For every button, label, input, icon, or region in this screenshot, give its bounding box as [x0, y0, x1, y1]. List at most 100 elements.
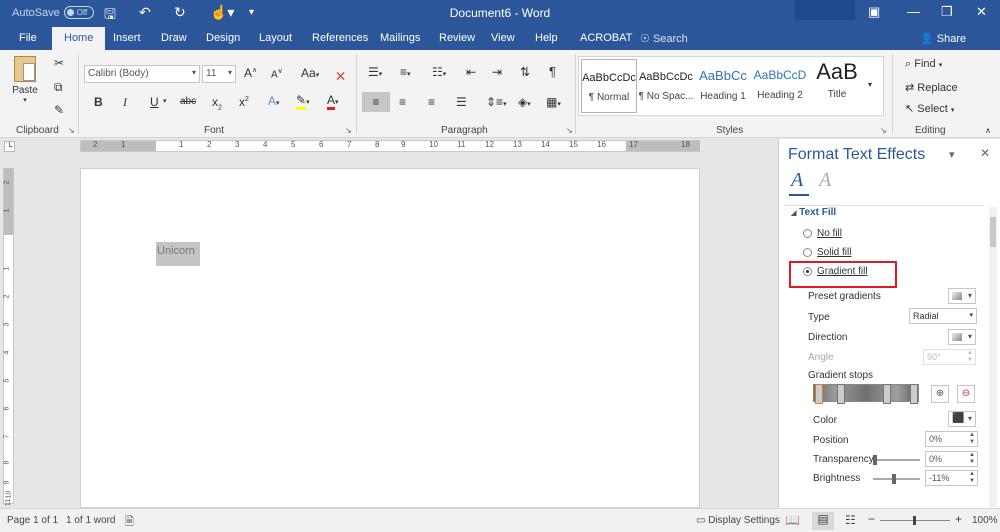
sort-icon[interactable]: ⇅	[520, 65, 530, 79]
horizontal-ruler[interactable]: 2 1 1 2 3 4 5 6 7 8 9 10 11 12 13 14 15 …	[80, 140, 700, 152]
text-effects-icon[interactable]: A	[819, 169, 831, 192]
tab-references[interactable]: References	[312, 32, 368, 44]
search-box[interactable]: ☉ Search	[640, 32, 688, 45]
numbering-icon[interactable]: ≡▾	[400, 65, 411, 79]
line-spacing-icon[interactable]: ⇕≡▾	[486, 95, 507, 109]
pane-options-icon[interactable]: ▾	[949, 148, 955, 161]
radio-button[interactable]	[803, 229, 812, 238]
page-count[interactable]: Page 1 of 1	[7, 515, 58, 526]
replace-button[interactable]: ⇄ Replace	[905, 81, 958, 94]
transparency-slider[interactable]	[873, 455, 920, 465]
tab-mailings[interactable]: Mailings	[380, 32, 420, 44]
tab-review[interactable]: Review	[439, 32, 475, 44]
preset-gradients-button[interactable]: ▾	[948, 288, 976, 304]
gradient-stop[interactable]	[910, 384, 918, 404]
gradient-stop[interactable]	[837, 384, 845, 404]
underline-button[interactable]: U	[150, 95, 159, 109]
text-fill-outline-icon[interactable]: A	[791, 169, 803, 192]
clear-formatting-icon[interactable]: 🗙	[336, 66, 345, 87]
print-layout-icon[interactable]: ▤	[812, 512, 834, 530]
add-gradient-stop-icon[interactable]: ⊕	[931, 385, 949, 403]
tab-view[interactable]: View	[491, 32, 515, 44]
change-case-button[interactable]: Aa▾	[301, 66, 319, 80]
shading-icon[interactable]: ◈▾	[518, 95, 531, 109]
style-title[interactable]: AaB Title	[809, 59, 865, 113]
minimize-icon[interactable]: —	[907, 4, 920, 19]
style-no-spacing[interactable]: AaBbCcDc ¶ No Spac...	[638, 59, 694, 113]
show-formatting-button[interactable]: ¶	[549, 64, 556, 79]
slider-knob[interactable]	[873, 455, 877, 465]
justify-icon[interactable]: ☰	[456, 95, 467, 109]
autosave-switch[interactable]: Off	[63, 6, 94, 19]
clipboard-launcher-icon[interactable]: ↘	[68, 126, 75, 135]
account-area[interactable]	[795, 0, 855, 20]
proofing-icon[interactable]: 🗎	[125, 513, 134, 532]
format-painter-icon[interactable]: ✎	[54, 103, 64, 117]
style-heading-1[interactable]: AaBbCc Heading 1	[695, 59, 751, 113]
subscript-button[interactable]: x2	[212, 95, 222, 111]
touch-mode-icon[interactable]: ☝▾	[210, 4, 234, 21]
position-spinner[interactable]: 0% ▲ ▼	[925, 431, 978, 447]
vertical-ruler[interactable]: 2 1 1 2 3 4 5 6 7 8 9 10 11	[3, 168, 14, 506]
borders-icon[interactable]: ▦▾	[546, 95, 561, 109]
styles-launcher-icon[interactable]: ↘	[880, 126, 887, 135]
radio-button[interactable]	[803, 248, 812, 257]
font-size-combo[interactable]: 11 ▾	[202, 65, 236, 83]
grow-font-button[interactable]: A∧	[244, 66, 257, 80]
align-right-icon[interactable]: ≡	[428, 95, 435, 109]
tab-design[interactable]: Design	[206, 32, 240, 44]
transparency-spinner[interactable]: 0% ▲ ▼	[925, 451, 978, 467]
word-count[interactable]: 1 of 1 word	[66, 515, 115, 526]
style-heading-2[interactable]: AaBbCcD Heading 2	[752, 59, 808, 113]
tab-insert[interactable]: Insert	[113, 32, 141, 44]
ribbon-display-icon[interactable]: ▣	[868, 4, 880, 20]
customize-qat-icon[interactable]: ▾	[249, 7, 254, 18]
share-button[interactable]: 👤 Share	[920, 32, 966, 45]
find-button[interactable]: ⌕ Find ▾	[905, 58, 942, 71]
zoom-slider[interactable]	[880, 516, 950, 525]
tab-file[interactable]: File	[19, 32, 37, 44]
zoom-in-icon[interactable]: +	[955, 512, 962, 526]
bold-button[interactable]: B	[94, 95, 103, 109]
tab-help[interactable]: Help	[535, 32, 558, 44]
gradient-stop[interactable]	[815, 384, 823, 404]
multilevel-list-icon[interactable]: ☷▾	[432, 65, 446, 79]
styles-more-icon[interactable]: ▾	[868, 80, 872, 89]
selected-text[interactable]: Unicorn	[156, 242, 200, 266]
save-icon[interactable]: 🖫	[104, 4, 116, 28]
align-left-icon[interactable]: ≡	[362, 92, 390, 112]
font-launcher-icon[interactable]: ↘	[345, 126, 352, 135]
redo-icon[interactable]: ↻	[174, 4, 186, 21]
display-settings-button[interactable]: ▭ Display Settings	[696, 515, 780, 526]
gradient-stop[interactable]	[883, 384, 891, 404]
solid-fill-radio[interactable]: Solid fill	[803, 247, 851, 258]
brightness-spinner[interactable]: -11% ▲ ▼	[925, 470, 978, 486]
select-button[interactable]: ↖ Select ▾	[905, 102, 954, 115]
web-layout-icon[interactable]: ☷	[845, 513, 856, 527]
increase-indent-icon[interactable]: ⇥	[492, 65, 502, 79]
color-picker-button[interactable]: ⬛ ▾	[948, 411, 976, 427]
copy-icon[interactable]: ⧉	[54, 80, 63, 95]
gradient-stops-bar[interactable]	[813, 384, 919, 402]
decrease-indent-icon[interactable]: ⇤	[466, 65, 476, 79]
tab-layout[interactable]: Layout	[259, 32, 292, 44]
shrink-font-button[interactable]: A∨	[271, 67, 283, 80]
style-normal[interactable]: AaBbCcDc ¶ Normal	[581, 59, 637, 113]
tab-home[interactable]: Home	[52, 27, 106, 50]
text-fill-section-header[interactable]: ◢ Text Fill	[791, 207, 836, 218]
tab-draw[interactable]: Draw	[161, 32, 187, 44]
autosave-toggle[interactable]: AutoSave Off	[12, 6, 94, 19]
direction-button[interactable]: ▾	[948, 329, 976, 345]
close-pane-icon[interactable]: ✕	[980, 146, 990, 160]
superscript-button[interactable]: x2	[239, 95, 249, 109]
paste-button[interactable]: Paste ▾	[10, 56, 40, 104]
font-name-combo[interactable]: Calibri (Body) ▾	[84, 65, 200, 83]
text-effects-button[interactable]: A▾	[268, 94, 280, 108]
cut-icon[interactable]: ✂	[54, 56, 64, 70]
collapse-ribbon-icon[interactable]: ∧	[985, 126, 991, 135]
restore-icon[interactable]: ❐	[941, 4, 953, 20]
strikethrough-button[interactable]: abc	[180, 96, 196, 107]
scrollbar-thumb[interactable]	[990, 217, 996, 247]
slider-knob[interactable]	[892, 474, 896, 484]
italic-button[interactable]: I	[123, 95, 127, 110]
